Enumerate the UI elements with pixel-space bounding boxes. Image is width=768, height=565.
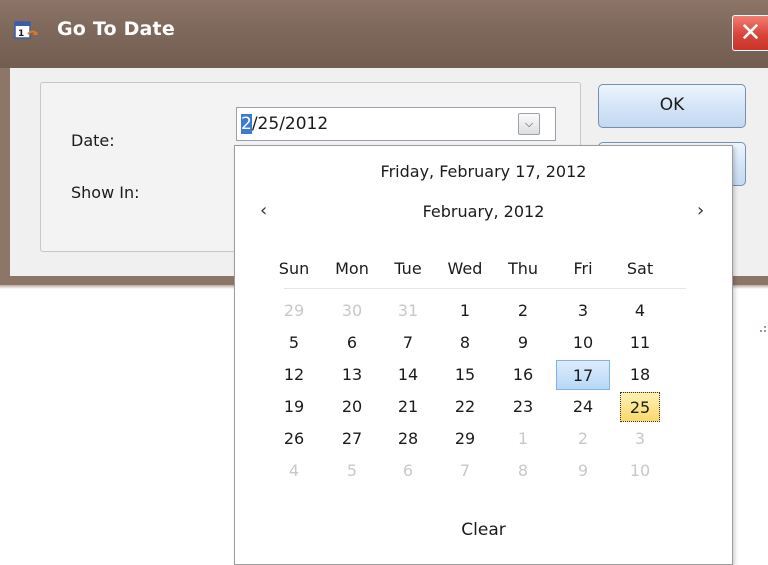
calendar-day[interactable]: 15 [440, 360, 490, 390]
calendar-day[interactable]: 24 [558, 392, 608, 422]
calendar-day[interactable]: 2 [558, 424, 608, 454]
calendar-day[interactable]: 30 [327, 296, 377, 326]
calendar-day[interactable]: 31 [383, 296, 433, 326]
date-value-rest: /25/2012 [251, 114, 329, 134]
calendar-day[interactable]: 9 [498, 328, 548, 358]
close-icon: ✕ [739, 18, 762, 48]
calendar-day[interactable]: 29 [269, 296, 319, 326]
show-in-label: Show In: [71, 183, 140, 202]
calendar-day[interactable]: 9 [558, 456, 608, 486]
calendar-day[interactable]: 28 [383, 424, 433, 454]
calendar-day[interactable]: 6 [383, 456, 433, 486]
resize-grip-icon[interactable] [754, 316, 768, 336]
calendar-day[interactable]: 20 [327, 392, 377, 422]
calendar-day[interactable]: 10 [615, 456, 665, 486]
calendar-day[interactable]: 8 [498, 456, 548, 486]
calendar-day[interactable]: 8 [440, 328, 490, 358]
calendar-goto-icon: 1 [14, 21, 38, 39]
day-of-week-header: Sun Mon Tue Wed Thu Fri Sat [235, 259, 732, 281]
close-button[interactable]: ✕ [732, 15, 768, 51]
calendar-day[interactable]: 4 [269, 456, 319, 486]
calendar-day[interactable]: 25 [620, 392, 660, 422]
today-date-link[interactable]: Friday, February 17, 2012 [235, 162, 732, 181]
header-divider [284, 288, 686, 289]
calendar-day[interactable]: 6 [327, 328, 377, 358]
dialog-title: Go To Date [57, 18, 175, 40]
calendar-day[interactable]: 27 [327, 424, 377, 454]
day-of-week-fri: Fri [573, 259, 593, 278]
calendar-day[interactable]: 3 [615, 424, 665, 454]
calendar-day[interactable]: 18 [615, 360, 665, 390]
date-dropdown-button[interactable]: ⌵ [518, 113, 540, 135]
ok-button[interactable]: OK [598, 84, 746, 128]
calendar-day[interactable]: 2 [498, 296, 548, 326]
day-of-week-thu: Thu [507, 259, 539, 278]
next-month-icon[interactable]: › [697, 200, 704, 221]
day-of-week-wed: Wed [447, 259, 483, 278]
calendar-day[interactable]: 23 [498, 392, 548, 422]
calendar-day[interactable]: 1 [440, 296, 490, 326]
day-of-week-sat: Sat [626, 259, 654, 278]
calendar-day[interactable]: 22 [440, 392, 490, 422]
calendar-day[interactable]: 26 [269, 424, 319, 454]
calendar-day[interactable]: 21 [383, 392, 433, 422]
calendar-day[interactable]: 16 [498, 360, 548, 390]
date-input[interactable]: 2/25/2012 [236, 107, 556, 141]
date-value: 2/25/2012 [241, 114, 328, 134]
calendar-day[interactable]: 7 [383, 328, 433, 358]
month-header[interactable]: February, 2012 [235, 202, 732, 221]
day-of-week-tue: Tue [394, 259, 422, 278]
title-bar[interactable]: 1 Go To Date ✕ [0, 0, 768, 68]
calendar-day[interactable]: 19 [269, 392, 319, 422]
calendar-day[interactable]: 7 [440, 456, 490, 486]
calendar-day[interactable]: 10 [558, 328, 608, 358]
calendar-day[interactable]: 17 [556, 360, 610, 390]
date-label: Date: [71, 131, 115, 150]
grip-dots-icon [760, 326, 766, 332]
chevron-down-icon: ⌵ [524, 117, 534, 130]
date-value-selected: 2 [241, 114, 252, 134]
day-of-week-sun: Sun [278, 259, 310, 278]
calendar-day[interactable]: 1 [498, 424, 548, 454]
calendar-day[interactable]: 5 [269, 328, 319, 358]
calendar-day[interactable]: 13 [327, 360, 377, 390]
calendar-day[interactable]: 14 [383, 360, 433, 390]
calendar-day[interactable]: 11 [615, 328, 665, 358]
calendar-day[interactable]: 5 [327, 456, 377, 486]
svg-text:1: 1 [18, 29, 24, 39]
day-of-week-mon: Mon [335, 259, 369, 278]
calendar-day[interactable]: 29 [440, 424, 490, 454]
calendar-popup: Friday, February 17, 2012 ‹ February, 20… [234, 145, 733, 565]
calendar-day[interactable]: 4 [615, 296, 665, 326]
day-grid: 29 30 31 1 2 3 4 5 6 7 8 9 10 11 12 13 14 15 16 17 18 19 20 21 2… [235, 296, 732, 496]
clear-button[interactable]: Clear [235, 520, 732, 540]
calendar-day[interactable]: 12 [269, 360, 319, 390]
calendar-day[interactable]: 3 [558, 296, 608, 326]
